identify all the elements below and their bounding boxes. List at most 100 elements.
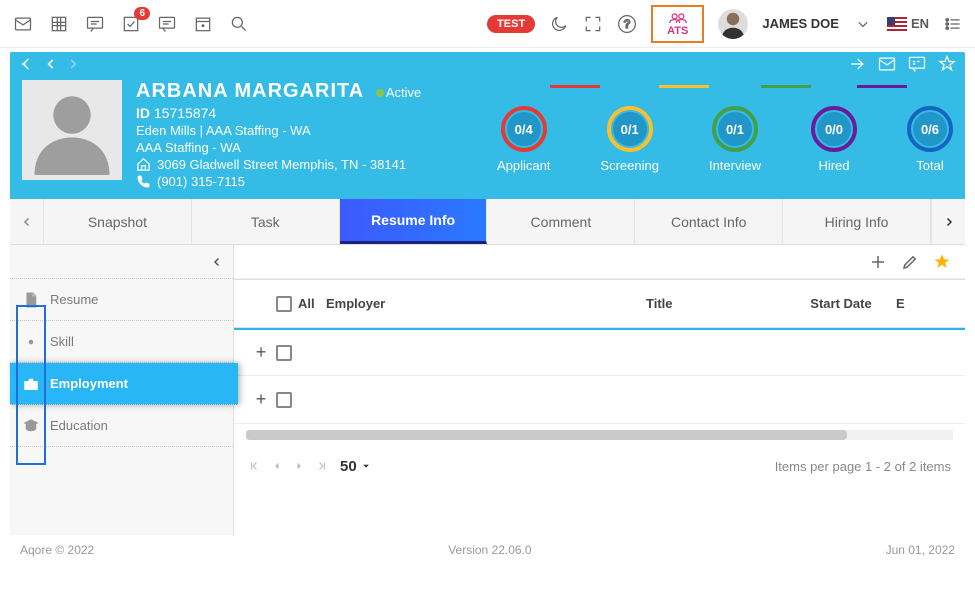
phone-icon (136, 174, 151, 189)
table-row[interactable]: + Middleburg Petroleum Industries-New Cit… (234, 328, 965, 376)
tab-snapshot[interactable]: Snapshot (44, 199, 192, 244)
search-icon[interactable] (228, 13, 250, 35)
footer: Aqore © 2022 Version 22.06.0 Jun 01, 202… (0, 539, 975, 561)
back-icon[interactable] (18, 55, 36, 73)
tabs: SnapshotTaskResume InfoCommentContact In… (10, 199, 965, 245)
comment-icon[interactable] (156, 13, 178, 35)
tab-hiring-info[interactable]: Hiring Info (783, 199, 931, 244)
cell-start: 06/01/2009 (786, 345, 896, 360)
tab-contact-info[interactable]: Contact Info (635, 199, 783, 244)
pager-next-icon[interactable] (294, 461, 304, 471)
employment-icon (22, 375, 40, 393)
user-avatar[interactable] (718, 9, 748, 39)
flag-us-icon (887, 17, 907, 31)
tab-resume-info[interactable]: Resume Info (340, 199, 488, 244)
help-icon[interactable]: ? (617, 14, 637, 34)
cell-end: 06 (896, 392, 926, 407)
ats-module[interactable]: ATS (651, 5, 704, 43)
header-employer[interactable]: Employer (326, 296, 646, 311)
stage-total[interactable]: 0/6Total (907, 106, 953, 173)
candidate-status: Active (386, 85, 421, 100)
sidebar-item-resume[interactable]: Resume (10, 279, 233, 321)
stage-interview[interactable]: 0/1Interview (709, 106, 761, 173)
moon-icon[interactable] (549, 14, 569, 34)
candidate-org1: Eden Mills | AAA Staffing - WA (136, 123, 421, 138)
pager-first-icon[interactable] (248, 460, 260, 472)
fullscreen-icon[interactable] (583, 14, 603, 34)
hiring-stages: 0/4Applicant 0/1Screening 0/1Interview 0/0H… (497, 80, 953, 189)
candidate-address: 3069 Gladwell Street Memphis, TN - 38141 (157, 157, 406, 172)
resume-sidebar: ResumeSkillEmploymentEducation (10, 245, 234, 535)
row-checkbox[interactable] (276, 392, 292, 408)
chevron-down-icon[interactable] (853, 14, 873, 34)
message-action-icon[interactable] (907, 54, 927, 74)
sidebar-collapse-icon[interactable] (211, 256, 223, 268)
header-end[interactable]: E (896, 296, 926, 311)
row-checkbox[interactable] (276, 345, 292, 361)
horizontal-scrollbar[interactable] (246, 430, 953, 440)
candidate-info: ARBANA MARGARITA Active ID 15715874 Eden… (136, 80, 421, 189)
prev-icon[interactable] (44, 57, 58, 71)
select-all-checkbox[interactable] (276, 296, 292, 312)
topbar: 6 TEST ? ATS JAMES DOE EN (0, 0, 975, 48)
next-icon[interactable] (66, 57, 80, 71)
table-row[interactable]: + Coastline Construction CompanyPipeline … (234, 376, 965, 424)
education-icon (22, 417, 40, 435)
home-icon (136, 157, 151, 172)
expand-icon[interactable]: + (246, 342, 276, 363)
cell-employer: Coastline Construction Company (326, 392, 646, 407)
sidebar-item-education[interactable]: Education (10, 405, 233, 447)
chat-icon[interactable] (84, 13, 106, 35)
tab-comment[interactable]: Comment (487, 199, 635, 244)
user-name[interactable]: JAMES DOE (762, 16, 839, 31)
grid-icon[interactable] (48, 13, 70, 35)
footer-version: Version 22.06.0 (448, 543, 531, 557)
pager-prev-icon[interactable] (272, 461, 282, 471)
language-selector[interactable]: EN (887, 16, 929, 31)
header-title[interactable]: Title (646, 296, 786, 311)
add-icon[interactable] (869, 253, 887, 271)
pager-info: Items per page 1 - 2 of 2 items (775, 459, 951, 474)
footer-copyright: Aqore © 2022 (20, 543, 94, 557)
notif-badge: 6 (134, 7, 150, 20)
edit-icon[interactable] (901, 253, 919, 271)
page-size[interactable]: 50 (340, 458, 371, 475)
expand-icon[interactable]: + (246, 389, 276, 410)
candidate-phone: (901) 315-7115 (157, 174, 245, 189)
tab-task[interactable]: Task (192, 199, 340, 244)
pager-last-icon[interactable] (316, 460, 328, 472)
cell-employer: Middleburg Petroleum Industries-New City… (326, 345, 646, 360)
resume-icon (22, 291, 40, 309)
candidate-photo (22, 80, 122, 180)
candidate-panel: ARBANA MARGARITA Active ID 15715874 Eden… (10, 52, 965, 535)
candidate-id: 15715874 (154, 105, 216, 121)
candidate-org2: AAA Staffing - WA (136, 140, 421, 155)
menu-list-icon[interactable] (943, 14, 963, 34)
test-badge: TEST (487, 15, 535, 33)
mail-action-icon[interactable] (877, 54, 897, 74)
star-tool-icon[interactable] (933, 253, 951, 271)
header-start[interactable]: Start Date (786, 296, 896, 311)
cell-start: 08/01/2006 (786, 392, 896, 407)
stage-screening[interactable]: 0/1Screening (600, 106, 659, 173)
cell-title: Pipeline Welder (646, 345, 786, 360)
sidebar-item-employment[interactable]: Employment (10, 363, 238, 405)
share-icon[interactable] (847, 54, 867, 74)
checklist-icon[interactable]: 6 (120, 13, 142, 35)
mail-icon[interactable] (12, 13, 34, 35)
footer-date: Jun 01, 2022 (886, 543, 955, 557)
candidate-name: ARBANA MARGARITA (136, 80, 364, 102)
cell-title: Pipeline Welder (646, 392, 786, 407)
pager: 50 Items per page 1 - 2 of 2 items (234, 446, 965, 486)
employment-table: All Employer Title Start Date E +Middleb… (234, 279, 965, 535)
stage-hired[interactable]: 0/0Hired (811, 106, 857, 173)
star-action-icon[interactable] (937, 54, 957, 74)
status-dot-icon (376, 89, 384, 97)
svg-text:?: ? (624, 18, 631, 31)
cell-end: 03 (896, 345, 926, 360)
stage-applicant[interactable]: 0/4Applicant (497, 106, 550, 173)
tabs-next[interactable] (931, 199, 965, 244)
sidebar-item-skill[interactable]: Skill (10, 321, 233, 363)
tabs-prev[interactable] (10, 199, 44, 244)
calendar-icon[interactable] (192, 13, 214, 35)
